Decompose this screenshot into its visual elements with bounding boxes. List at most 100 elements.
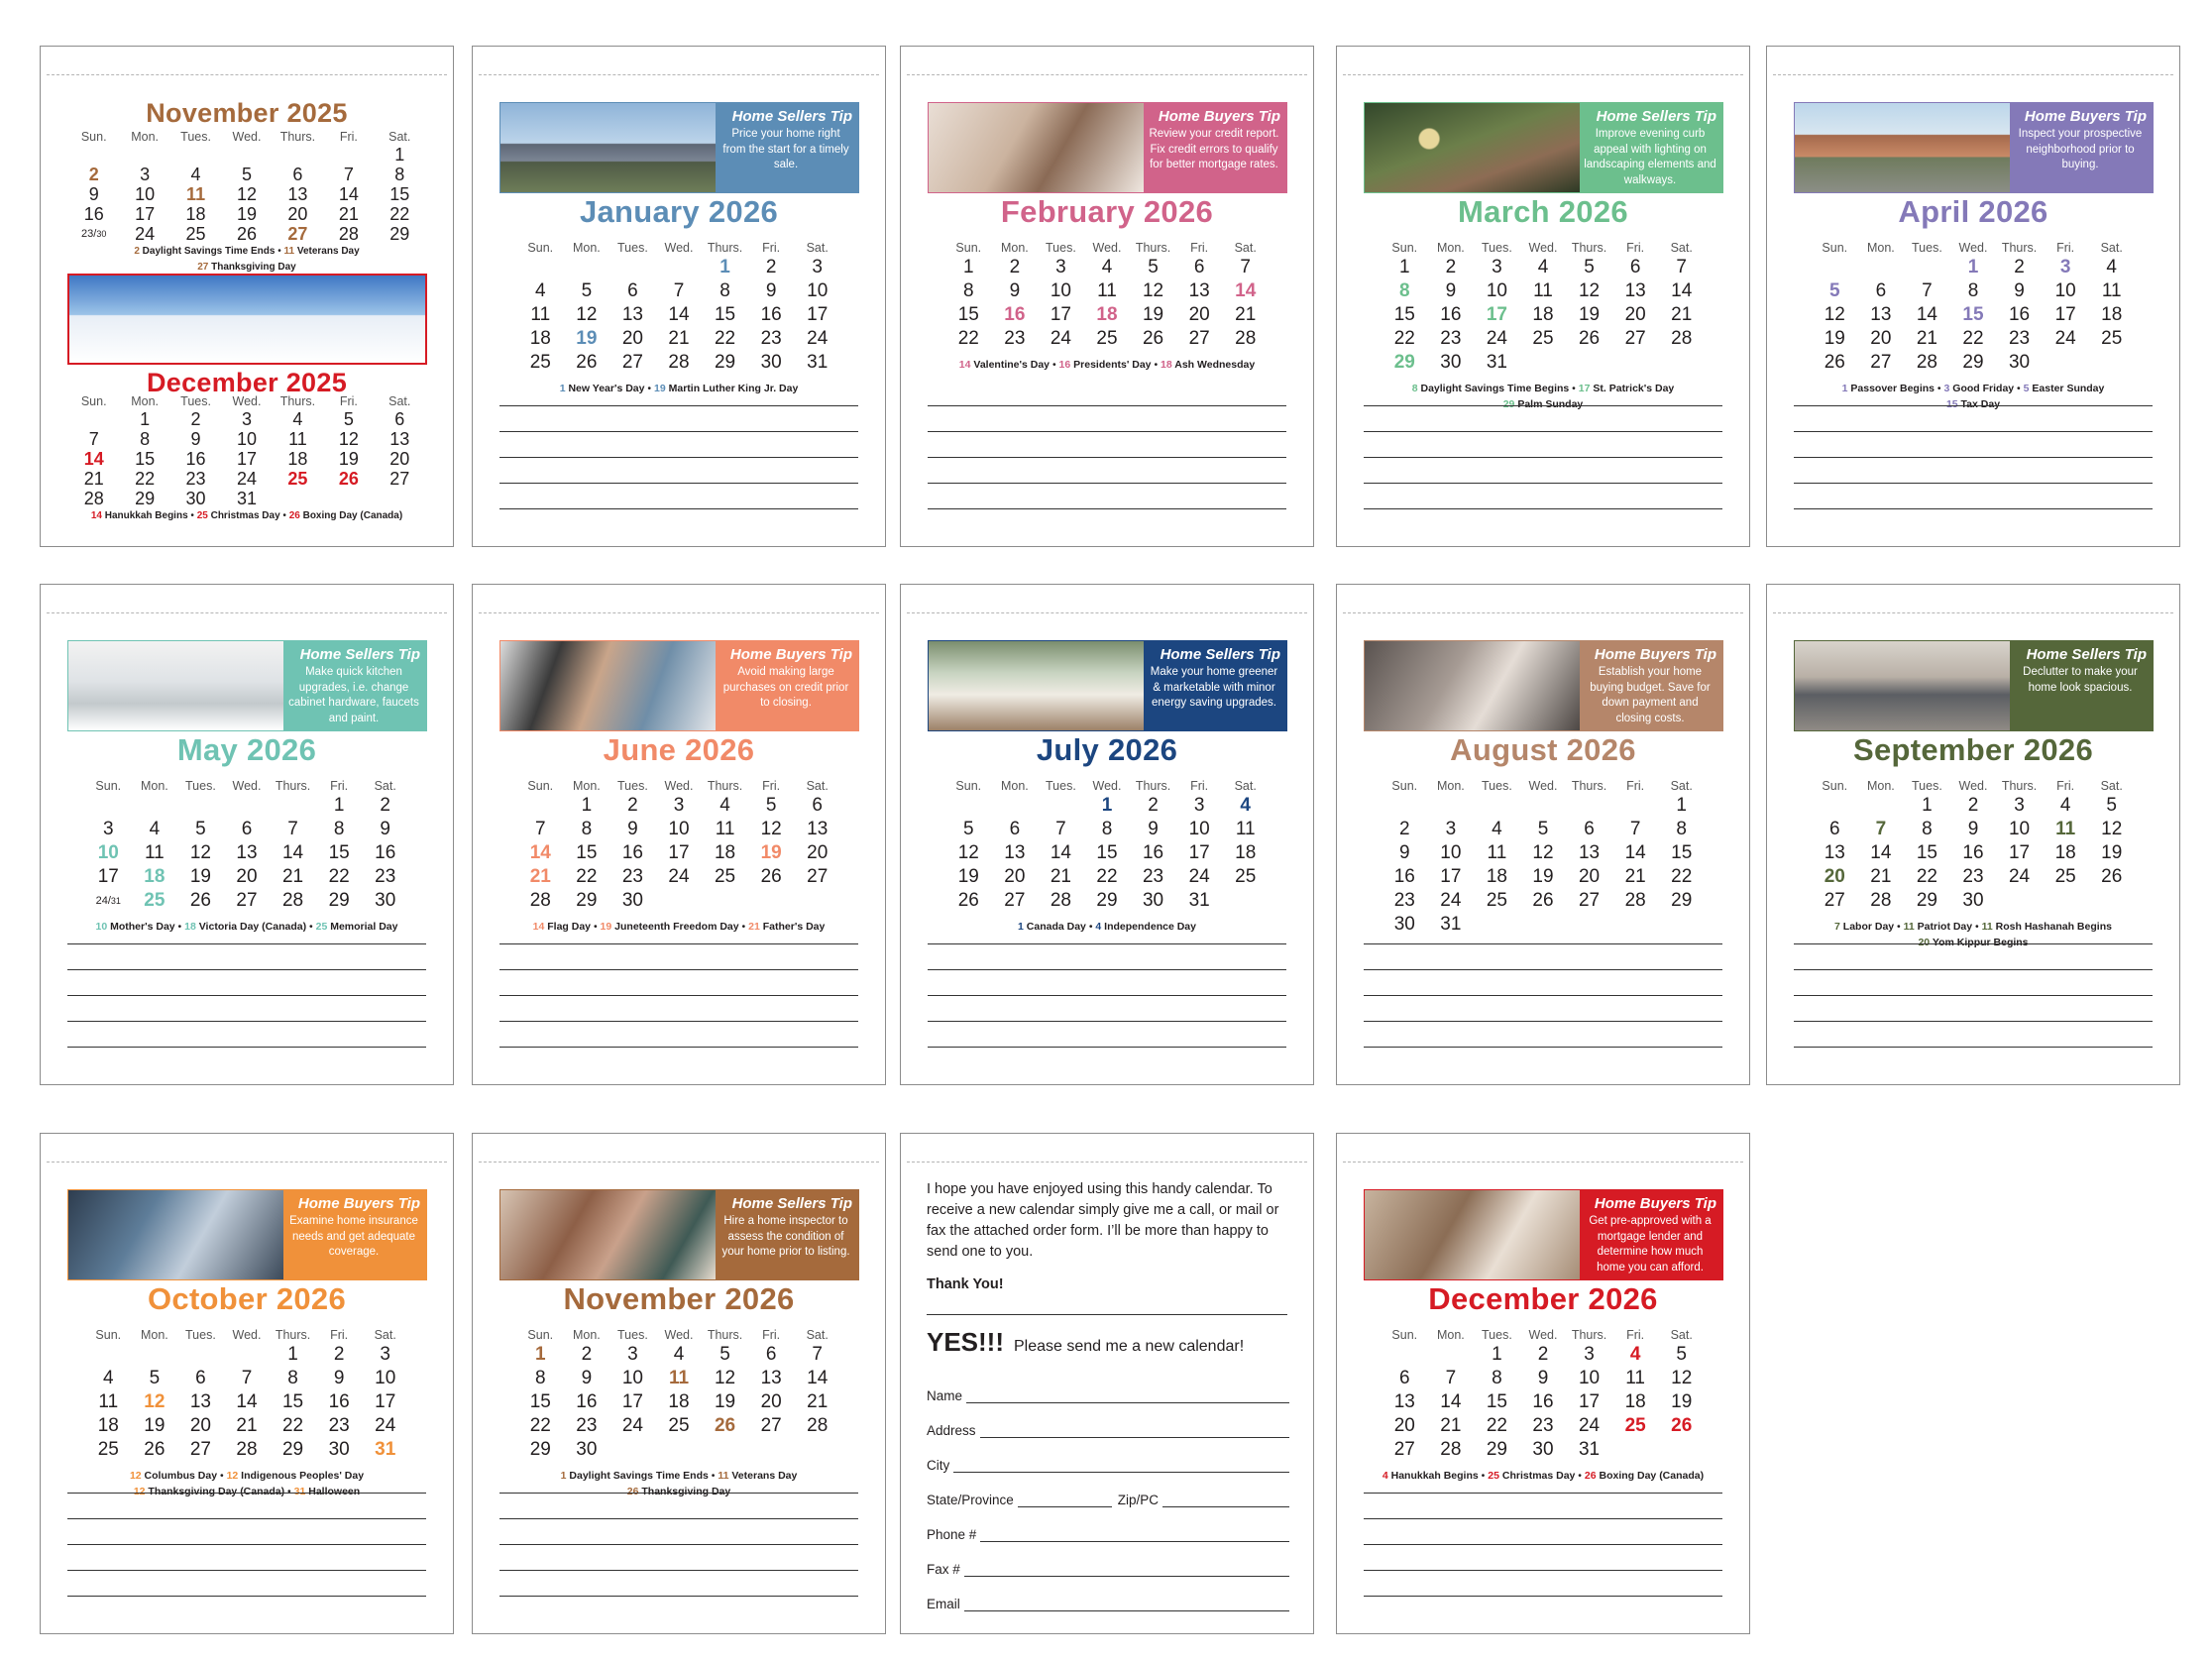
day-cell: 7 [1676,257,1687,277]
day-cell: 19 [1142,304,1164,325]
day-cell: 18 [2101,304,2123,325]
day-cell: 16 [576,1391,598,1412]
day-cell: 27 [389,469,410,489]
month-panel-mar: Home Sellers Tip Improve evening curb app… [1336,46,1750,547]
day-cell: 21 [807,1391,829,1412]
weekday-label: Fri. [1626,241,1645,255]
day-cell: 4 [292,409,303,429]
note-line [1364,943,1722,944]
city-field[interactable]: City [927,1458,1289,1473]
weekday-label: Wed. [664,1328,694,1342]
day-cell: 17 [807,304,829,325]
day-cell: 26 [236,224,257,244]
day-cell: 15 [529,1391,551,1412]
tip-heading: Home Sellers Tip [299,646,420,663]
month-panel-dec26: Home Buyers Tip Get pre-approved with a m… [1336,1133,1750,1634]
day-cell: 11 [2055,819,2076,839]
tip-banner: Home Sellers Tip Price your home right fr… [499,102,859,193]
weekday-label: Sun. [1391,241,1418,255]
day-cell: 28 [1916,352,1937,373]
weekday-label: Thurs. [707,241,743,255]
day-cell: 25 [2054,866,2076,887]
weekday-label: Wed. [1958,241,1988,255]
day-cell: 6 [627,280,638,301]
day-cell: 19 [236,204,257,224]
phone-field[interactable]: Phone # [927,1527,1289,1542]
month-grid: Sun. Mon. Tues. Wed. Thurs. Fri. Sat. 1 2 3 4 5 6 7 8 9… [85,1327,408,1462]
day-cell: 3 [380,1344,390,1365]
day-cell [517,256,564,279]
perforation-line [479,1162,879,1163]
day-cell: 21 [338,204,359,224]
month-panel-jul: Home Sellers Tip Make your home greener &… [900,584,1314,1085]
tip-text: Home Sellers Tip Make your home greener &… [1144,641,1286,730]
tip-text: Home Buyers Tip Get pre-approved with a m… [1580,1190,1722,1279]
day-cell: 23 [328,1415,350,1436]
name-field[interactable]: Name [927,1388,1289,1403]
email-field[interactable]: Email [927,1597,1289,1611]
note-line [928,1021,1286,1022]
day-cell: 15 [389,184,410,204]
weekday-label: Wed. [664,241,694,255]
day-cell: 23 [1393,890,1415,911]
day-cell: 21 [1050,866,1071,887]
day-cell [1858,256,1905,279]
holiday-notes: 20 Yom Kippur Begins [1918,937,2029,948]
weekday-label: Thurs. [1135,779,1171,793]
day-cell: 18 [2054,842,2076,863]
weekday-label: Sun. [1391,1328,1418,1342]
zip-field[interactable] [1162,1493,1289,1507]
day-cell: 15 [1096,842,1118,863]
fax-field[interactable]: Fax # [927,1562,1289,1577]
day-cell: 22 [1916,866,1937,887]
day-cell [323,145,374,165]
state-field[interactable] [1017,1493,1112,1507]
weekday-label: Thurs. [1571,779,1607,793]
day-cell: 29 [1486,1439,1507,1460]
day-cell: 9 [1967,819,1979,839]
day-cell: 22 [1962,328,1984,349]
day-cell [1612,351,1659,375]
day-cell: 22 [957,328,979,349]
day-cell: 3 [627,1344,638,1365]
day-cell: 17 [1440,866,1462,887]
day-cell: 9 [2014,280,2025,301]
weekday-label: Fri. [330,779,349,793]
month-grid: Sun. Mon. Tues. Wed. Thurs. Fri. Sat. 1 2 3 4 5 6 7 8 9… [945,240,1269,351]
day-cell: 16 [2008,304,2031,325]
note-line [499,1544,858,1545]
zip-field-label: Zip/PC [1117,1493,1160,1507]
day-cell: 19 [576,328,598,349]
day-cell: 1 [1922,795,1933,816]
month-panel-sep: Home Sellers Tip Declutter to make your h… [1766,584,2180,1085]
tip-banner: Home Buyers Tip Get pre-approved with a m… [1364,1189,1723,1280]
day-cell: 27 [1004,890,1026,911]
day-cell: 20 [236,866,258,887]
tip-banner: Home Buyers Tip Examine home insurance ne… [67,1189,427,1280]
day-cell: 27 [1188,328,1210,349]
note-line [499,483,858,484]
day-cell: 6 [1875,280,1887,301]
day-cell: 16 [328,1391,350,1412]
day-cell: 7 [812,1344,823,1365]
day-cell [85,1343,132,1367]
day-cell: 20 [1578,866,1601,887]
day-cell: 11 [1625,1368,1645,1388]
day-cell: 10 [97,842,119,863]
note-line [499,995,858,996]
weekday-label: Sun. [527,241,554,255]
day-cell: 27 [807,866,829,887]
note-line [67,995,426,996]
day-cell: 21 [1440,1415,1462,1436]
day-cell: 24 [375,1415,396,1436]
day-cell: 1 [394,145,405,165]
address-field[interactable]: Address [927,1423,1289,1438]
day-cell: 31 [375,1439,396,1460]
day-cell [2088,351,2135,375]
holiday-notes: 1 Passover Begins • 3 Good Friday • 5 Ea… [1841,383,2105,394]
day-cell [1520,913,1567,937]
note-line [499,1021,858,1022]
day-cell: 24 [1050,328,1071,349]
day-cell: 27 [287,224,308,244]
month-grid: Sun. Mon. Tues. Wed. Thurs. Fri. Sat. 1 2 3 4 5 6 7 8 9… [1382,1327,1705,1462]
